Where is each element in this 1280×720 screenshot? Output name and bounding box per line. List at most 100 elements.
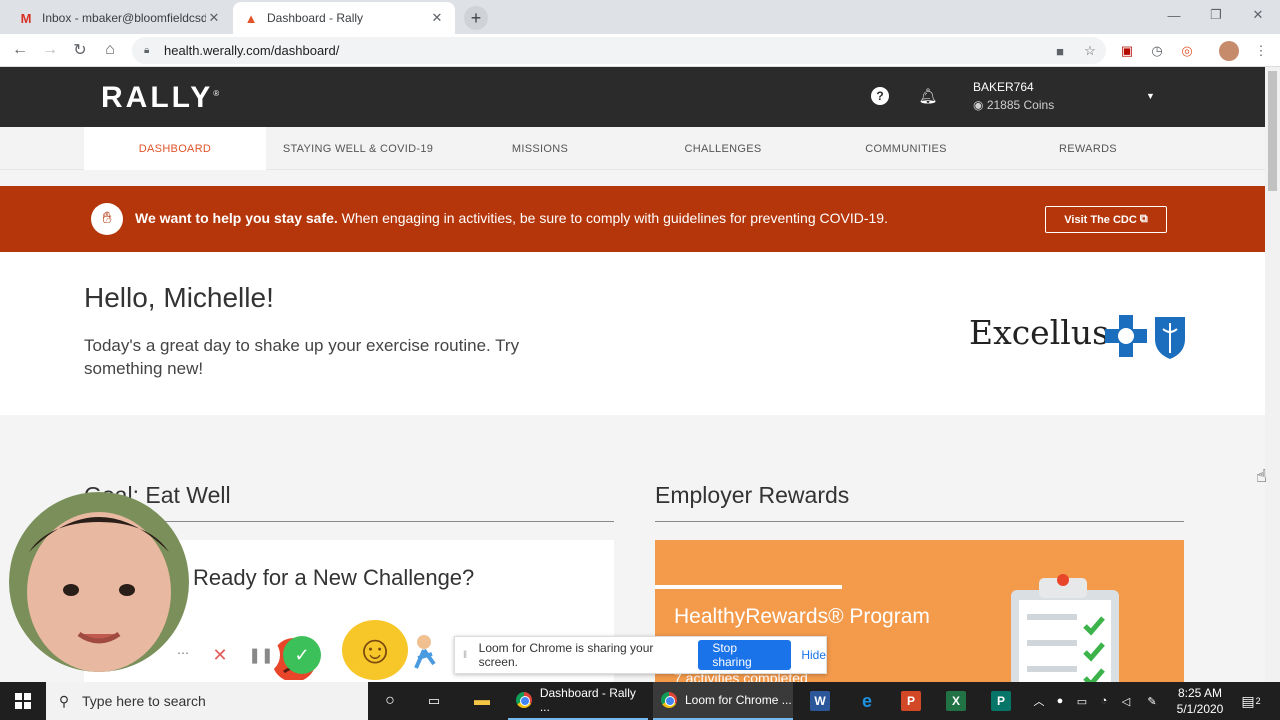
nav-rewards[interactable]: REWARDS: [997, 127, 1179, 170]
battery-icon[interactable]: ▭: [1072, 682, 1092, 720]
new-tab-button[interactable]: +: [464, 6, 488, 30]
covid-banner: ✋︎ We want to help you stay safe. When e…: [0, 186, 1265, 252]
taskbar-app-label: Dashboard - Rally ...: [539, 686, 636, 714]
bell-icon[interactable]: 🔔︎: [918, 87, 937, 105]
chrome-icon: [661, 692, 677, 708]
webcam-face-image: [9, 492, 189, 672]
coin-balance: ◉ 21885 Coins: [973, 98, 1055, 112]
tab-gmail[interactable]: M Inbox - mbaker@bloomfieldcsd.o ✕: [8, 2, 232, 34]
nav-staying-well[interactable]: STAYING WELL & COVID-19: [267, 127, 449, 170]
extension-icon[interactable]: ◎: [1177, 41, 1197, 61]
gmail-icon: M: [20, 10, 32, 26]
task-view-icon[interactable]: ▭: [412, 682, 456, 720]
system-clock[interactable]: 8:25 AM 5/1/2020: [1170, 685, 1230, 717]
menu-icon[interactable]: ⋮: [1251, 41, 1271, 61]
username: BAKER764: [973, 80, 1034, 94]
extension-icon[interactable]: ◷: [1147, 41, 1167, 61]
url-text: health.werally.com/dashboard/: [164, 43, 340, 58]
chevron-up-icon[interactable]: ︿: [1030, 682, 1048, 720]
close-tab-icon[interactable]: ✕: [206, 10, 222, 26]
taskbar-search[interactable]: ⚲ Type here to search: [46, 682, 368, 720]
minimize-icon[interactable]: —: [1152, 0, 1196, 30]
loom-more-button[interactable]: ⋯: [170, 640, 196, 666]
excel-icon[interactable]: X: [946, 691, 966, 711]
tab-title: Dashboard - Rally: [267, 11, 364, 25]
publisher-icon[interactable]: P: [991, 691, 1011, 711]
home-icon[interactable]: ⌂: [98, 38, 122, 62]
drag-handle-icon[interactable]: ‖: [463, 650, 473, 661]
tab-rally[interactable]: ▲ Dashboard - Rally ✕: [233, 2, 455, 34]
windows-taskbar: ⚲ Type here to search ○ ▭ ▬ Dashboard - …: [0, 682, 1280, 720]
windows-start-icon[interactable]: [0, 682, 46, 720]
page-scrollbar[interactable]: [1265, 67, 1280, 682]
profile-avatar[interactable]: [1219, 41, 1239, 61]
card-accent-bar: [655, 585, 842, 589]
volume-icon[interactable]: ◁: [1116, 682, 1136, 720]
search-placeholder: Type here to search: [82, 693, 206, 709]
scrollbar-thumb[interactable]: [1268, 71, 1277, 191]
hide-button[interactable]: Hide: [801, 648, 826, 662]
camera-icon[interactable]: ■: [1050, 41, 1070, 61]
browser-tab-strip: M Inbox - mbaker@bloomfieldcsd.o ✕ ▲ Das…: [0, 0, 1280, 34]
restore-icon[interactable]: ❐: [1194, 0, 1238, 30]
site-header: RALLY® ? 🔔︎ BAKER764 ◉ 21885 Coins ▼: [0, 67, 1265, 127]
stop-sharing-button[interactable]: Stop sharing: [698, 640, 792, 670]
nav-dashboard[interactable]: DASHBOARD: [84, 127, 266, 170]
challenge-card-title: Ready for a New Challenge?: [193, 565, 475, 590]
cortana-icon[interactable]: ○: [368, 682, 412, 720]
main-nav: DASHBOARD STAYING WELL & COVID-19 MISSIO…: [0, 127, 1265, 170]
powerpoint-icon[interactable]: P: [901, 691, 921, 711]
user-menu[interactable]: BAKER764 ◉ 21885 Coins: [973, 80, 1054, 112]
chevron-down-icon[interactable]: ▼: [1146, 91, 1155, 101]
bcbs-logo-icon: [1105, 315, 1185, 359]
loom-cancel-button[interactable]: ✕: [201, 636, 239, 674]
rally-icon: ▲: [244, 10, 258, 26]
help-icon[interactable]: ?: [871, 87, 889, 105]
microphone-icon[interactable]: ●: [1050, 682, 1070, 720]
taskbar-app-chrome-rally[interactable]: Dashboard - Rally ...: [508, 682, 648, 720]
greeting-title: Hello, Michelle!: [84, 282, 274, 313]
pdf-extension-icon[interactable]: ▣: [1117, 41, 1137, 61]
browser-toolbar: ← → ↻ ⌂ 🔒︎ health.werally.com/dashboard/…: [0, 34, 1280, 67]
wifi-icon[interactable]: ◔: [1094, 682, 1114, 720]
bookmark-star-icon[interactable]: ☆: [1080, 41, 1100, 61]
search-icon: ⚲: [58, 692, 70, 709]
loom-pause-button[interactable]: ❚❚: [242, 636, 280, 674]
pen-icon[interactable]: ✎: [1142, 682, 1162, 720]
smiley-emoji-icon: ☺: [342, 620, 408, 680]
screen-sharing-bar: ‖ Loom for Chrome is sharing your screen…: [454, 636, 827, 674]
lock-icon: 🔒︎: [144, 44, 150, 56]
close-window-icon[interactable]: ✕: [1236, 0, 1280, 30]
clipboard-checklist-icon: [1011, 574, 1119, 682]
nav-communities[interactable]: COMMUNITIES: [815, 127, 997, 170]
page-content: RALLY® ? 🔔︎ BAKER764 ◉ 21885 Coins ▼ DAS…: [0, 67, 1265, 682]
loom-camera-bubble[interactable]: [9, 492, 189, 672]
rewards-section-title: Employer Rewards: [655, 482, 850, 508]
rally-logo[interactable]: RALLY®: [101, 81, 222, 115]
taskbar-app-label: Loom for Chrome ...: [685, 693, 792, 707]
clock-date: 5/1/2020: [1176, 702, 1224, 716]
file-explorer-icon[interactable]: ▬: [460, 682, 504, 720]
reload-icon[interactable]: ↻: [68, 38, 92, 62]
notification-count: 2: [1255, 696, 1261, 706]
close-tab-icon[interactable]: ✕: [429, 10, 445, 26]
back-icon[interactable]: ←: [8, 38, 32, 62]
visit-cdc-button[interactable]: Visit The CDC ⧉: [1045, 206, 1167, 233]
address-bar[interactable]: 🔒︎ health.werally.com/dashboard/: [132, 37, 1106, 64]
internet-explorer-icon[interactable]: e: [857, 691, 877, 711]
hand-stop-icon: ✋︎: [91, 203, 123, 235]
rewards-card-title: HealthyRewards® Program: [674, 605, 930, 628]
loom-finish-button[interactable]: ✓: [283, 636, 321, 674]
sharing-message: Loom for Chrome is sharing your screen.: [478, 641, 654, 669]
divider: [655, 521, 1184, 522]
notifications-icon[interactable]: ▤ 2: [1236, 682, 1266, 720]
hand-cursor-icon: ☝︎: [1256, 466, 1267, 486]
nav-challenges[interactable]: CHALLENGES: [632, 127, 814, 170]
word-icon[interactable]: W: [810, 691, 830, 711]
banner-message: We want to help you stay safe. When enga…: [135, 210, 888, 226]
clock-time: 8:25 AM: [1177, 686, 1223, 700]
taskbar-app-chrome-loom[interactable]: Loom for Chrome ...: [653, 682, 793, 720]
greeting-message: Today's a great day to shake up your exe…: [84, 336, 520, 378]
forward-icon[interactable]: →: [38, 38, 62, 62]
nav-missions[interactable]: MISSIONS: [449, 127, 631, 170]
